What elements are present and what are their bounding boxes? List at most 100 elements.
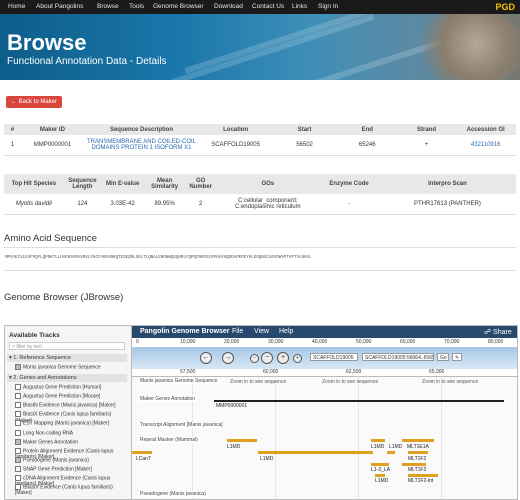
nav-home[interactable]: Home [8, 3, 25, 10]
back-to-maker-button[interactable]: ← Back to Maker [6, 96, 62, 108]
track-label-pseudogene[interactable]: Pseudogene (Manis javanica) [138, 491, 208, 497]
checkbox[interactable] [15, 465, 21, 472]
track-checkbox-item[interactable]: SNAP Gene Prediction [Maker] [15, 465, 127, 472]
pan-right-icon[interactable]: → [222, 352, 234, 364]
repeat-feature[interactable] [387, 451, 395, 454]
repeat-feature[interactable] [227, 439, 257, 442]
menu-help[interactable]: Help [279, 328, 293, 335]
menu-view[interactable]: View [254, 328, 269, 335]
min-evalue: 3.03E-42 [101, 194, 145, 215]
track-label: BlastN Evidence (Manis javanica) [Maker] [23, 402, 116, 409]
repeat-feature[interactable] [402, 463, 426, 466]
repeat-feature[interactable] [408, 451, 428, 454]
zoom-in-icon[interactable]: + [277, 352, 289, 364]
nav-contact[interactable]: Contact Us [252, 3, 284, 10]
nav-genome-browser[interactable]: Genome Browser [153, 3, 204, 10]
repeat-feature[interactable] [132, 451, 152, 454]
hit-table: Top Hit Species Sequence Length Min E-va… [4, 174, 516, 215]
ruler-tick: 40,000 [312, 339, 328, 345]
page-subtitle: Functional Annotation Data - Details [7, 56, 167, 67]
desc-line: DOMAINS PROTEIN 1 ISOFORM X1 [91, 144, 192, 151]
col-header: Min E-value [101, 174, 145, 194]
checkbox[interactable] [15, 484, 21, 491]
maker-table: # Maker ID Sequence Description Location… [4, 124, 516, 156]
col-header: Enzyme Code [319, 174, 379, 194]
track-label-sequence[interactable]: Manis javanica Genome Sequence [138, 378, 220, 384]
repeat-feature[interactable] [402, 439, 434, 442]
category-label: 2. Genes and Annotations [13, 375, 77, 381]
menu-file[interactable]: File [232, 328, 243, 335]
checkbox[interactable] [15, 429, 21, 436]
scale-tick: 62,500 [346, 369, 362, 375]
amino-acid-sequence: MPVAECVLESFPQFLQPDKTLLHVEKSVRAVRVLFKCFAR… [5, 256, 312, 260]
checkbox[interactable] [15, 411, 21, 418]
accession-link[interactable]: 432110916 [455, 135, 516, 156]
filter-placeholder: filter by text [16, 344, 42, 350]
nav-browse[interactable]: Browse [97, 3, 119, 10]
enzyme-code: - [319, 194, 379, 215]
mean-similarity: 89.95% [144, 194, 185, 215]
track-checkbox-item[interactable]: Pseudogene (Manis javanica) [15, 456, 127, 463]
zoom-in-icon[interactable]: + [293, 354, 302, 363]
col-header: GO Number [184, 174, 217, 194]
zoom-out-icon[interactable]: − [250, 354, 259, 363]
col-header: Strand [397, 124, 456, 135]
ruler-tick: 50,000 [356, 339, 372, 345]
highlight-icon[interactable]: ✎ [452, 353, 462, 361]
track-checkbox-item[interactable]: Augustus Gene Prediction [Human] [15, 384, 127, 390]
track-label: Long Non-coding RNA [23, 429, 74, 436]
nav-links[interactable]: Links [292, 3, 307, 10]
checkbox[interactable] [15, 475, 21, 481]
col-header: Mean Similarity [144, 174, 185, 194]
checkbox[interactable] [15, 447, 21, 454]
share-button[interactable]: ☍ Share [484, 328, 512, 336]
repeat-label: LCan7 [136, 456, 151, 462]
track-checkbox-item[interactable]: EST Mapping (Manis javanica) [Maker] [15, 420, 127, 427]
track-selector: Available Tracks × filter by text ▾ 1. R… [5, 326, 132, 499]
track-label-maker[interactable]: Maker Genes Annotation [138, 396, 198, 402]
genome-browser-heading: Genome Browser (JBrowse) [4, 292, 124, 303]
category-genes[interactable]: ▾ 2. Genes and Annotations [7, 374, 127, 382]
checkbox[interactable] [15, 364, 21, 370]
start: 56502 [272, 135, 337, 156]
track-checkbox-item[interactable]: Augustus Gene Prediction [Mouse] [15, 393, 127, 399]
checkbox[interactable] [15, 393, 21, 400]
location-input[interactable]: SCAFFOLD19005:56064..65654 (9.59 Kb) [362, 353, 434, 361]
checkbox[interactable] [15, 384, 21, 390]
repeat-feature[interactable] [375, 474, 385, 477]
nav-download[interactable]: Download [214, 3, 243, 10]
go-button[interactable]: Go [437, 353, 449, 361]
track-checkbox-item[interactable]: Maker Genes Annotation [15, 438, 127, 445]
scale-tick: 60,000 [263, 369, 279, 375]
track-checkbox-item[interactable]: Long Non-coding RNA [15, 429, 127, 436]
nav-about[interactable]: About Pangolins [36, 3, 83, 10]
track-label-transcript[interactable]: Transcript Alignment [Manis javanica] [138, 422, 225, 428]
gene-model[interactable] [214, 400, 504, 402]
category-reference[interactable]: ▾ 1. Reference Sequence [7, 354, 127, 362]
reference-select[interactable]: SCAFFOLD19005 [310, 353, 358, 361]
repeat-feature[interactable] [371, 463, 389, 466]
track-checkbox-item[interactable]: tBlastX Evidence (Canis lupus familiaris… [15, 484, 127, 496]
track-filter-input[interactable]: × filter by text [9, 342, 125, 350]
pan-left-icon[interactable]: ← [200, 352, 212, 364]
repeat-feature[interactable] [258, 451, 373, 454]
repeat-feature[interactable] [408, 474, 438, 477]
end: 65246 [336, 135, 398, 156]
checkbox[interactable] [15, 438, 21, 445]
checkbox[interactable] [15, 402, 21, 409]
repeat-feature[interactable] [371, 439, 385, 442]
ruler-tick: 20,000 [224, 339, 240, 345]
checkbox[interactable] [15, 420, 21, 427]
nav-tools[interactable]: Tools [129, 3, 144, 10]
zoom-out-icon[interactable]: − [261, 352, 273, 364]
sequence-description-link[interactable]: TRANSMEMBRANE AND COILED-COIL DOMAINS PRO… [84, 135, 199, 156]
track-checkbox-ref[interactable]: Manis javanica Genome Sequence [15, 364, 127, 370]
table-header-row: # Maker ID Sequence Description Location… [4, 124, 516, 135]
col-header: Interpro Scan [378, 174, 516, 194]
checkbox[interactable] [15, 456, 21, 463]
track-checkbox-item[interactable]: BlastN Evidence (Manis javanica) [Maker] [15, 402, 127, 409]
tracks-header: Available Tracks [9, 332, 60, 339]
brand-logo[interactable]: PGD [495, 2, 515, 12]
track-label-repeat[interactable]: Repeat Masker (Mammal) [138, 437, 200, 443]
nav-sign-in[interactable]: Sign In [318, 3, 338, 10]
